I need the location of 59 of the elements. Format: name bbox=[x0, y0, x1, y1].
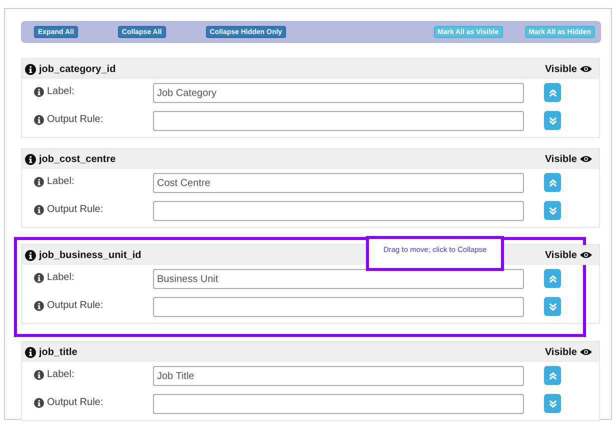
info-icon bbox=[34, 300, 44, 310]
visibility-status: Visible bbox=[544, 248, 577, 262]
field-caption: Output Rule: bbox=[47, 203, 104, 217]
eye-icon bbox=[580, 251, 592, 259]
label-field[interactable]: Business Unit bbox=[153, 269, 524, 289]
info-icon bbox=[25, 346, 36, 358]
visibility-status: Visible bbox=[544, 62, 577, 76]
label-field[interactable]: Job Title bbox=[153, 366, 524, 386]
info-icon bbox=[34, 272, 44, 282]
label-field[interactable]: Cost Centre bbox=[153, 173, 524, 193]
move-down-button[interactable] bbox=[544, 201, 561, 220]
move-up-button[interactable] bbox=[544, 269, 561, 288]
eye-icon bbox=[580, 65, 592, 73]
info-icon bbox=[34, 114, 44, 124]
move-up-button[interactable] bbox=[544, 173, 561, 192]
field-name: job_business_unit_id bbox=[39, 248, 142, 262]
chevrons-up-icon bbox=[548, 88, 556, 96]
chevrons-down-icon bbox=[548, 206, 556, 214]
field-caption: Label: bbox=[47, 175, 74, 189]
chevrons-up-icon bbox=[548, 178, 556, 186]
output-rule-field[interactable] bbox=[153, 297, 524, 317]
move-up-button[interactable] bbox=[544, 83, 561, 102]
field-caption: Label: bbox=[47, 368, 74, 382]
field-name: job_cost_centre bbox=[39, 152, 116, 166]
info-icon bbox=[34, 86, 44, 96]
field-caption: Label: bbox=[47, 271, 74, 285]
field-header[interactable]: job_title Visible bbox=[22, 342, 599, 362]
output-rule-field[interactable] bbox=[153, 111, 524, 131]
info-icon bbox=[34, 204, 44, 214]
chevrons-down-icon bbox=[548, 116, 556, 124]
info-icon bbox=[25, 250, 36, 260]
eye-icon bbox=[580, 155, 592, 163]
info-icon bbox=[34, 176, 44, 186]
visibility-status: Visible bbox=[544, 152, 577, 166]
field-caption: Output Rule: bbox=[47, 299, 104, 313]
move-down-button[interactable] bbox=[544, 111, 561, 130]
move-down-button[interactable] bbox=[544, 297, 561, 316]
info-icon bbox=[34, 398, 44, 408]
info-icon bbox=[25, 64, 36, 74]
info-icon bbox=[34, 370, 44, 380]
eye-icon bbox=[580, 348, 592, 356]
label-field[interactable]: Job Category bbox=[153, 83, 524, 103]
output-rule-field[interactable] bbox=[153, 394, 524, 414]
field-header[interactable]: job_cost_centre Visible bbox=[22, 149, 599, 169]
move-up-button[interactable] bbox=[544, 366, 561, 385]
field-caption: Label: bbox=[47, 85, 74, 99]
chevrons-down-icon bbox=[548, 400, 556, 408]
visibility-status: Visible bbox=[544, 346, 577, 360]
field-caption: Output Rule: bbox=[47, 113, 104, 127]
field-name: job_category_id bbox=[39, 62, 116, 76]
field-header[interactable]: job_category_id Visible bbox=[22, 59, 599, 79]
chevrons-up-icon bbox=[548, 274, 556, 282]
output-rule-field[interactable] bbox=[153, 201, 524, 221]
info-icon bbox=[25, 154, 36, 164]
field-caption: Output Rule: bbox=[47, 396, 104, 410]
move-down-button[interactable] bbox=[544, 394, 561, 413]
chevrons-up-icon bbox=[548, 372, 556, 380]
field-name: job_title bbox=[39, 346, 78, 360]
chevrons-down-icon bbox=[548, 302, 556, 310]
